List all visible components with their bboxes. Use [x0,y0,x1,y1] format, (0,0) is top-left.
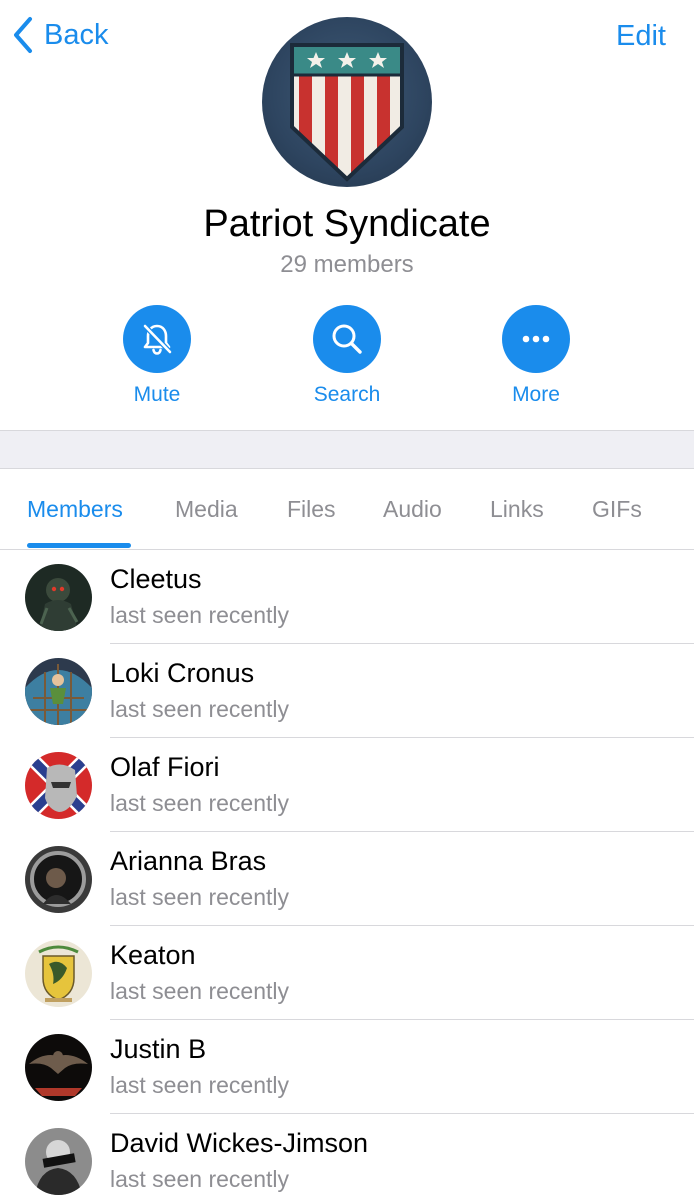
tab-members[interactable]: Members [27,496,123,523]
member-first-name: Arianna [110,846,204,876]
member-status: last seen recently [110,602,289,628]
member-row[interactable]: Loki Cronus last seen recently [0,644,694,738]
more-button[interactable]: More [466,305,606,407]
member-last-name: B [188,1034,207,1064]
member-count: 29 members [280,251,414,278]
group-title: Patriot Syndicate [203,203,491,245]
member-last-name: Bras [210,846,267,876]
action-bar: Mute Search More [0,305,694,415]
avatar [25,940,92,1007]
avatar [25,658,92,725]
avatar [25,1128,92,1195]
member-first-name: Loki [110,658,160,688]
avatar [25,752,92,819]
member-row[interactable]: Cleetus last seen recently [0,550,694,644]
group-avatar[interactable] [262,17,432,187]
back-button[interactable]: Back [12,16,108,54]
profile-header: Back Edit Patriot Syndicate 29 members M… [0,0,694,430]
member-status: last seen recently [110,978,289,1004]
member-row[interactable]: Olaf Fiori last seen recently [0,738,694,832]
search-icon [332,324,362,354]
member-status: last seen recently [110,1166,289,1192]
member-row[interactable]: Keaton last seen recently [0,926,694,1020]
avatar [25,1034,92,1101]
member-status: last seen recently [110,884,289,910]
member-row[interactable]: Justin B last seen recently [0,1020,694,1114]
member-row[interactable]: David Wickes-Jimson last seen recently [0,1114,694,1200]
member-first-name: Olaf [110,752,160,782]
member-first-name: David [110,1128,180,1158]
tab-links[interactable]: Links [490,496,544,523]
mute-label: Mute [133,383,181,406]
member-row[interactable]: Arianna Bras last seen recently [0,832,694,926]
member-first-name: Justin [110,1034,181,1064]
back-label: Back [44,18,109,51]
member-status: last seen recently [110,696,289,722]
member-first-name: Keaton [110,940,196,970]
search-button[interactable]: Search [277,305,417,407]
avatar [25,846,92,913]
edit-button[interactable]: Edit [616,20,666,53]
search-label: Search [313,383,381,406]
member-last-name: Fiori [167,752,220,782]
mute-button[interactable]: Mute [87,305,227,407]
chevron-left-icon [14,17,32,53]
member-status: last seen recently [110,790,289,816]
member-status: last seen recently [110,1072,289,1098]
member-list: Cleetus last seen recently Loki Cronus l… [0,550,694,1200]
tab-audio[interactable]: Audio [383,496,442,523]
bell-slash-icon [143,324,172,355]
member-first-name: Cleetus [110,564,202,594]
more-label: More [512,383,560,406]
ellipsis-icon [522,335,550,343]
tab-media[interactable]: Media [175,496,238,523]
avatar [25,564,92,631]
tab-gifs[interactable]: GIFs [592,496,642,523]
media-tabs: Members Media Files Audio Links GIFs [0,469,694,550]
section-separator [0,430,694,469]
tab-files[interactable]: Files [287,496,336,523]
active-tab-indicator [27,543,131,548]
shield-flag-icon [290,43,404,182]
member-last-name: Cronus [167,658,255,688]
member-last-name: Wickes-Jimson [186,1128,369,1158]
